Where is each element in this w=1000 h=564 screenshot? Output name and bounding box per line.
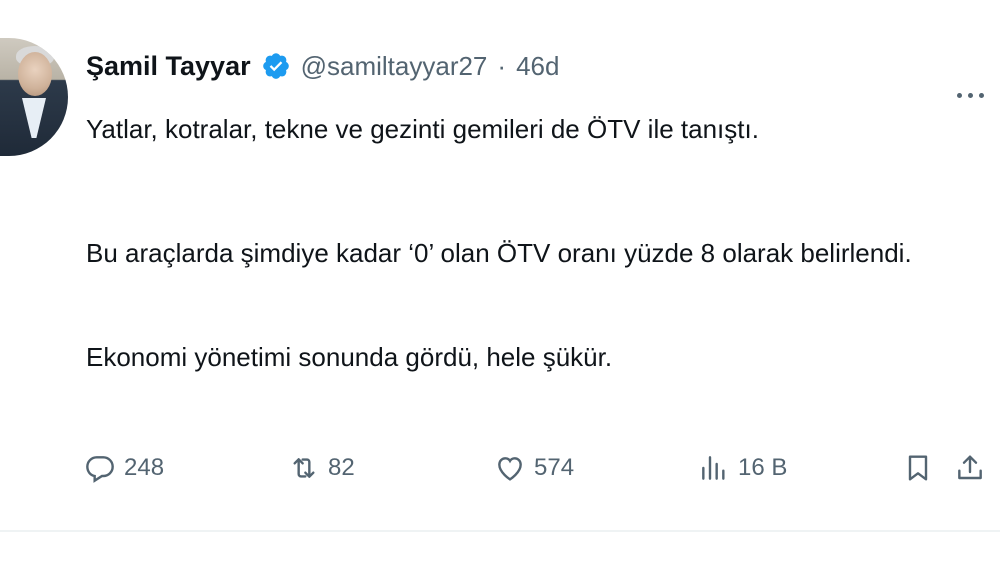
tweet-paragraph: Ekonomi yönetimi sonunda gördü, hele şük… xyxy=(86,342,613,372)
tweet-time[interactable]: 46d xyxy=(516,51,559,82)
share-button[interactable] xyxy=(954,446,986,490)
tweet-paragraph: Bu araçlarda şimdiye kadar ‘0’ olan ÖTV … xyxy=(86,238,912,268)
bookmark-button[interactable] xyxy=(902,446,934,490)
avatar[interactable] xyxy=(0,38,68,156)
tweet-text: Yatlar, kotralar, tekne ve gezinti gemil… xyxy=(86,112,976,374)
views-count: 16 B xyxy=(738,454,788,481)
reply-icon xyxy=(86,456,114,483)
author-handle[interactable]: @samiltayyar27 xyxy=(301,51,488,82)
divider xyxy=(0,530,1000,532)
author-name[interactable]: Şamil Tayyar xyxy=(86,51,251,82)
repost-count: 82 xyxy=(328,454,355,481)
views-icon xyxy=(702,456,725,480)
avatar-face xyxy=(18,52,52,96)
share-icon xyxy=(958,455,982,480)
tweet-header: Şamil Tayyar @samiltayyar27 · 46d xyxy=(86,46,559,86)
like-icon xyxy=(498,457,522,481)
views-button[interactable]: 16 B xyxy=(698,446,787,490)
separator: · xyxy=(497,50,507,81)
like-count: 574 xyxy=(534,454,575,481)
action-bar: 248 82 574 16 B xyxy=(84,446,996,490)
tweet-paragraph: Yatlar, kotralar, tekne ve gezinti gemil… xyxy=(86,114,759,144)
like-button[interactable]: 574 xyxy=(494,446,574,490)
verified-badge-icon xyxy=(261,51,291,81)
repost-button[interactable]: 82 xyxy=(288,446,355,490)
avatar-collar xyxy=(22,98,46,138)
repost-icon xyxy=(293,458,315,478)
reply-count: 248 xyxy=(124,454,165,481)
bookmark-icon xyxy=(908,455,928,481)
tweet[interactable]: Şamil Tayyar @samiltayyar27 · 46d Yatlar… xyxy=(0,0,1000,564)
more-icon[interactable] xyxy=(950,80,990,110)
reply-button[interactable]: 248 xyxy=(84,446,164,490)
